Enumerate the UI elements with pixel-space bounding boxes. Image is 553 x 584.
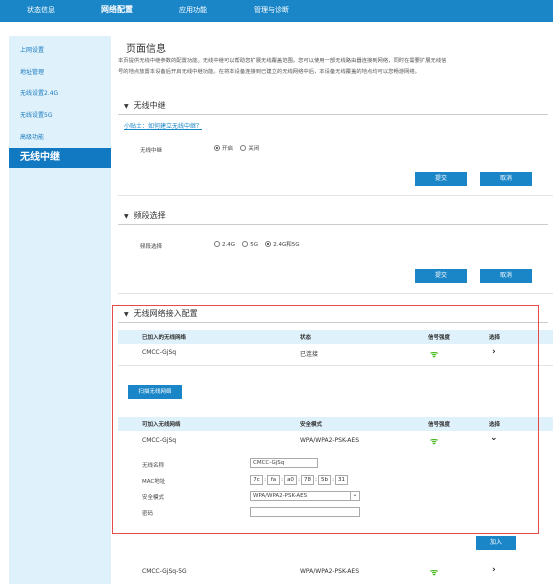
- table-row[interactable]: CMCC-GjSq-5G WPA/WPA2-PSK-AES ᯤ ›: [118, 563, 553, 580]
- wifi-signal-icon: ᯤ: [430, 568, 439, 578]
- band-both-label: 2.4G和5G: [273, 242, 300, 248]
- relay-label: 无线中继: [140, 148, 163, 154]
- band-5-radio[interactable]: [242, 241, 249, 247]
- sidebar-item-wifi5[interactable]: 无线设置5G: [20, 110, 52, 119]
- sidebar-item-internet[interactable]: 上网设置: [20, 45, 44, 54]
- divider: [118, 224, 548, 225]
- relay-off-radio[interactable]: [240, 145, 247, 151]
- relay-on-label: 开启: [222, 146, 234, 152]
- sidebar-item-address[interactable]: 地址管理: [20, 67, 44, 76]
- band-label: 频段选择: [140, 244, 163, 250]
- sidebar-item-advanced[interactable]: 高级功能: [20, 132, 44, 141]
- divider: [118, 293, 553, 294]
- divider: [118, 195, 553, 196]
- relay-help-link[interactable]: 小贴士：如何建立无线中继？: [124, 121, 202, 130]
- page-title: 页面信息: [126, 44, 166, 55]
- band-submit-button[interactable]: 提交: [415, 269, 467, 283]
- sidebar-item-wifi24[interactable]: 无线设置2.4G: [20, 88, 58, 97]
- band-radio-group: 2.4G 5G 2.4G和5G: [214, 240, 305, 248]
- chevron-right-icon[interactable]: ›: [492, 565, 496, 575]
- band-section-header[interactable]: ▼ 频段选择: [124, 210, 166, 221]
- band-cancel-button[interactable]: 取消: [480, 269, 532, 283]
- available-ssid: CMCC-GjSq-5G: [142, 568, 187, 575]
- band-24-label: 2.4G: [222, 242, 236, 248]
- top-nav: 状态信息 网络配置 应用功能 管理与诊断: [0, 0, 553, 22]
- highlight-box: [112, 305, 539, 534]
- add-button[interactable]: 加入: [476, 536, 516, 550]
- band-24-radio[interactable]: [214, 241, 220, 247]
- collapse-triangle-icon: ▼: [124, 103, 129, 110]
- relay-submit-button[interactable]: 提交: [415, 172, 467, 186]
- relay-section-title: 无线中继: [133, 101, 166, 110]
- page-description: 本页提供无线中继参数的配置功能。无线中继可以帮助您扩展无线覆盖范围。您可以使用一…: [118, 56, 546, 78]
- relay-on-radio[interactable]: [214, 145, 220, 151]
- nav-management[interactable]: 管理与诊断: [254, 0, 289, 22]
- nav-apps[interactable]: 应用功能: [179, 0, 207, 22]
- relay-section-header[interactable]: ▼ 无线中继: [124, 100, 166, 111]
- nav-network-config[interactable]: 网络配置: [101, 0, 133, 22]
- band-5-label: 5G: [250, 242, 259, 248]
- divider: [118, 114, 548, 115]
- sidebar-item-relay[interactable]: 无线中继: [9, 148, 111, 168]
- nav-status[interactable]: 状态信息: [27, 0, 55, 22]
- relay-off-label: 关闭: [248, 146, 260, 152]
- collapse-triangle-icon: ▼: [124, 213, 129, 220]
- band-section-title: 频段选择: [133, 211, 166, 220]
- desc-line-2: 号的地点放置本设备后开启无线中继功能。在将本设备连接到已建立的无线网络中后，本设…: [118, 69, 420, 75]
- relay-cancel-button[interactable]: 取消: [480, 172, 532, 186]
- relay-radio-group: 开启 关闭: [214, 144, 264, 152]
- desc-line-1: 本页提供无线中继参数的配置功能。无线中继可以帮助您扩展无线覆盖范围。您可以使用一…: [118, 58, 447, 64]
- band-both-radio[interactable]: [265, 241, 272, 247]
- available-security: WPA/WPA2-PSK-AES: [300, 568, 360, 575]
- sidebar: 上网设置 地址管理 无线设置2.4G 无线设置5G 高级功能 无线中继: [9, 36, 111, 584]
